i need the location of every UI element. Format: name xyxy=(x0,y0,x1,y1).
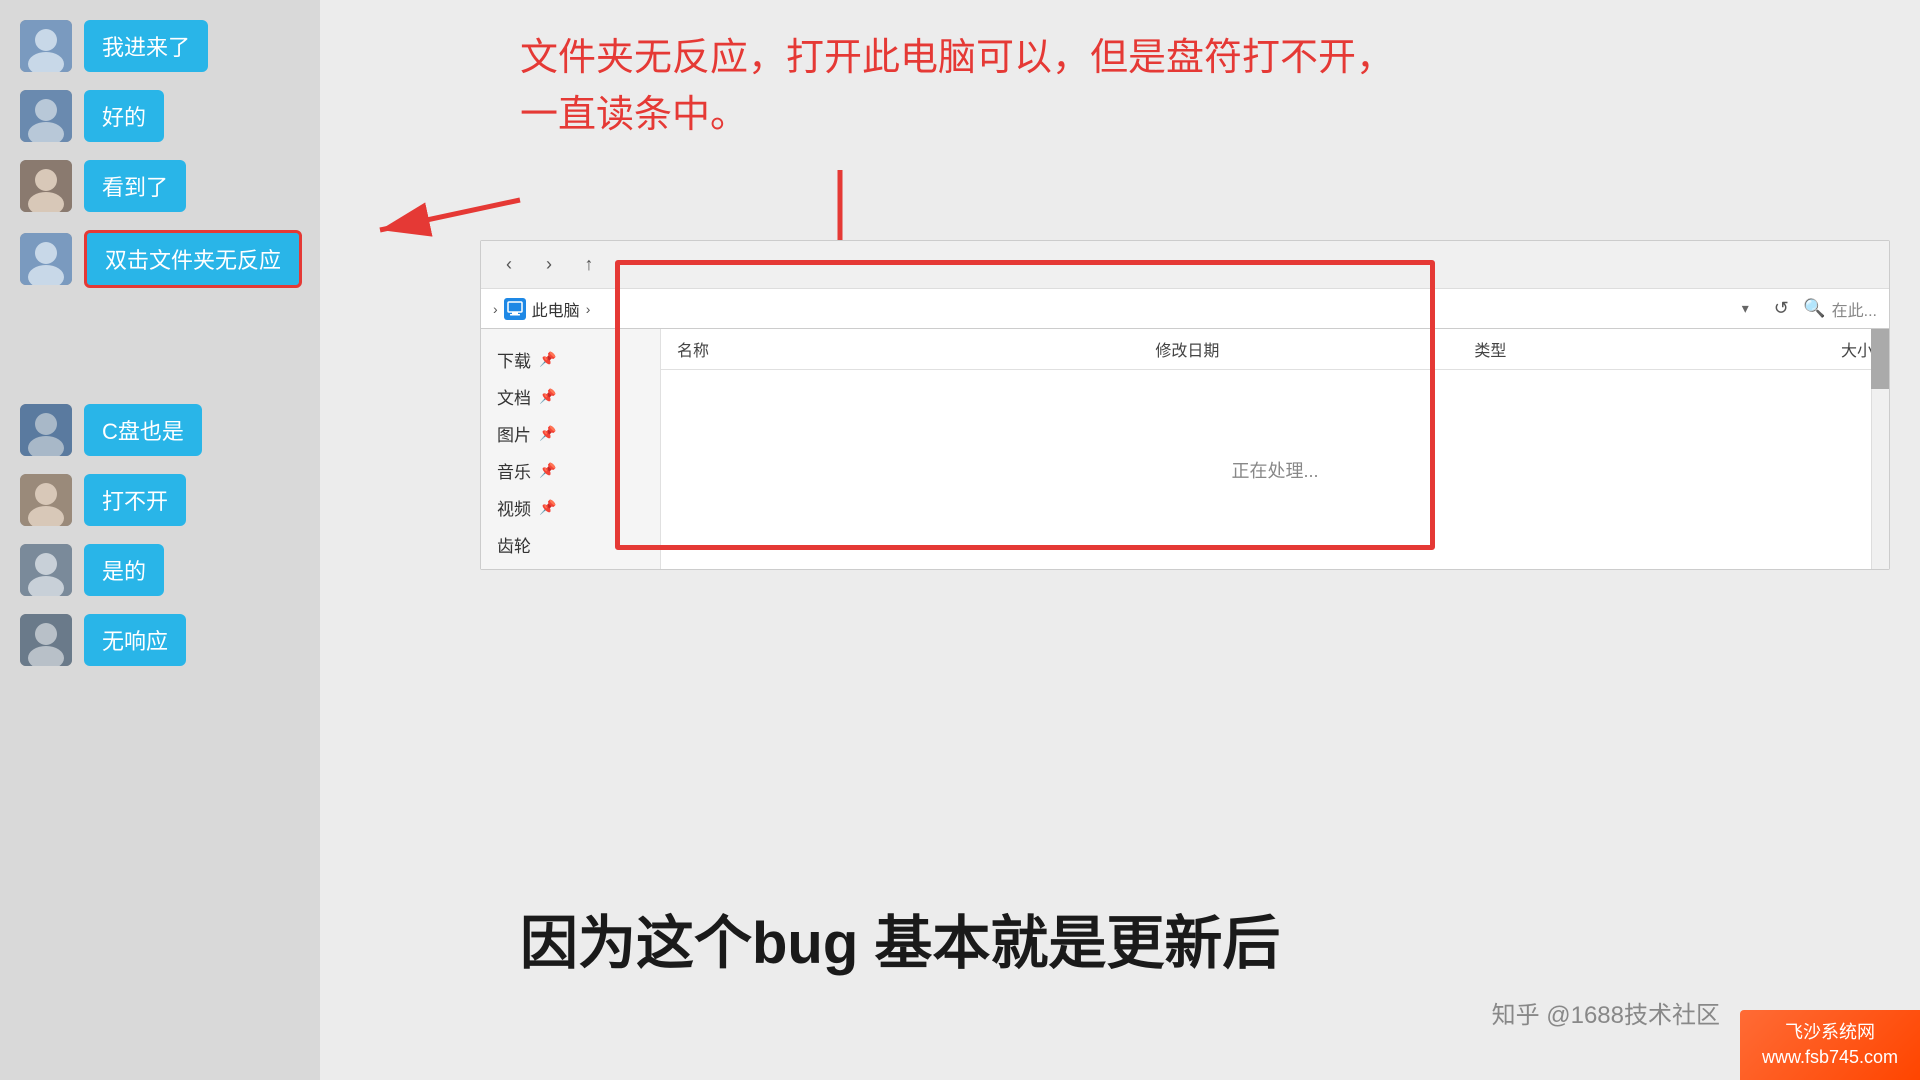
chat-item-7: 是的 xyxy=(20,544,300,596)
pin-icon-pictures: 📌 xyxy=(539,425,556,442)
sidebar-item-gear[interactable]: 齿轮 xyxy=(481,526,660,563)
sidebar-item-documents[interactable]: 文档 📌 xyxy=(481,378,660,415)
explorer-sidebar: 下载 📌 文档 📌 图片 📌 音乐 📌 视频 📌 xyxy=(481,329,661,569)
col-header-date: 修改日期 xyxy=(1155,337,1474,361)
annotation-line2: 一直读条中。 xyxy=(520,87,1820,144)
pin-icon-music: 📌 xyxy=(539,462,556,479)
search-icon: 🔍 xyxy=(1803,298,1825,319)
breadcrumb-arrow: › xyxy=(586,301,591,317)
watermark-text: 知乎 @1688技术社区 xyxy=(1492,995,1720,1030)
explorer-toolbar: ‹ › ↑ xyxy=(481,241,1889,289)
avatar-1 xyxy=(20,20,72,72)
col-header-type: 类型 xyxy=(1474,337,1713,361)
chat-bubble-1: 我进来了 xyxy=(84,20,208,72)
address-content: › 此电脑 › xyxy=(493,297,1723,321)
sidebar-item-pictures[interactable]: 图片 📌 xyxy=(481,415,660,452)
forward-button[interactable]: › xyxy=(533,249,565,281)
table-header: 名称 修改日期 类型 大小 xyxy=(661,329,1889,370)
chat-bubble-8: 无响应 xyxy=(84,614,186,666)
breadcrumb-sep-icon: › xyxy=(493,301,498,317)
annotation-block: 文件夹无反应，打开此电脑可以，但是盘符打不开， 一直读条中。 xyxy=(520,30,1820,144)
avatar-6 xyxy=(20,474,72,526)
back-button[interactable]: ‹ xyxy=(493,249,525,281)
sidebar-label-music: 音乐 xyxy=(497,458,531,483)
avatar-2 xyxy=(20,90,72,142)
chat-bubble-5: C盘也是 xyxy=(84,404,202,456)
chat-item-6: 打不开 xyxy=(20,474,300,526)
main-content: 文件夹无反应，打开此电脑可以，但是盘符打不开， 一直读条中。 ‹ › ↑ xyxy=(320,0,1920,1080)
chat-item-5: C盘也是 xyxy=(20,404,300,456)
sidebar-item-videos[interactable]: 视频 📌 xyxy=(481,489,660,526)
subtitle-text: 因为这个bug 基本就是更新后 xyxy=(520,896,1820,980)
sidebar-item-download[interactable]: 下载 📌 xyxy=(481,341,660,378)
sidebar-label-videos: 视频 xyxy=(497,495,531,520)
col-header-name: 名称 xyxy=(677,337,1155,361)
avatar-7 xyxy=(20,544,72,596)
chat-item-2: 好的 xyxy=(20,90,300,142)
chat-bubble-6: 打不开 xyxy=(84,474,186,526)
search-area: 🔍 在此... xyxy=(1803,297,1877,321)
pin-icon-videos: 📌 xyxy=(539,499,556,516)
avatar-3 xyxy=(20,160,72,212)
col-header-size: 大小 xyxy=(1714,337,1873,361)
sidebar-label-documents: 文档 xyxy=(497,384,531,409)
chat-bubble-2: 好的 xyxy=(84,90,164,142)
chat-panel: 我进来了 好的 看到了 xyxy=(0,0,320,1080)
search-placeholder: 在此... xyxy=(1832,297,1877,321)
avatar-4 xyxy=(20,233,72,285)
chat-item-4: 双击文件夹无反应 xyxy=(20,230,300,288)
scrollbar[interactable] xyxy=(1871,329,1889,569)
chat-bubble-3: 看到了 xyxy=(84,160,186,212)
chat-item-8: 无响应 xyxy=(20,614,300,666)
address-dropdown-button[interactable]: ▾ xyxy=(1731,295,1759,323)
scrollbar-thumb[interactable] xyxy=(1871,329,1889,389)
annotation-line1: 文件夹无反应，打开此电脑可以，但是盘符打不开， xyxy=(520,30,1820,87)
address-bar: › 此电脑 › ▾ ↺ 🔍 在此... xyxy=(481,289,1889,329)
avatar-5 xyxy=(20,404,72,456)
processing-text: 正在处理... xyxy=(1231,457,1318,483)
explorer-body: 正在处理... xyxy=(661,370,1889,569)
chat-bubble-7: 是的 xyxy=(84,544,164,596)
chat-bubble-4: 双击文件夹无反应 xyxy=(84,230,302,288)
pin-icon-documents: 📌 xyxy=(539,388,556,405)
logo-line2: www.fsb745.com xyxy=(1762,1045,1898,1070)
sidebar-label-gear: 齿轮 xyxy=(497,532,531,557)
up-button[interactable]: ↑ xyxy=(573,249,605,281)
explorer-main: 名称 修改日期 类型 大小 正在处理... xyxy=(661,329,1889,569)
chat-item-3: 看到了 xyxy=(20,160,300,212)
file-explorer: ‹ › ↑ › 此电脑 › ▾ ↺ 🔍 xyxy=(480,240,1890,570)
pin-icon-download: 📌 xyxy=(539,351,556,368)
logo-badge: 飞沙系统网 www.fsb745.com xyxy=(1740,1010,1920,1080)
chat-item-1: 我进来了 xyxy=(20,20,300,72)
sidebar-label-pictures: 图片 xyxy=(497,421,531,446)
sidebar-item-music[interactable]: 音乐 📌 xyxy=(481,452,660,489)
computer-icon xyxy=(504,298,526,320)
breadcrumb-text: 此电脑 xyxy=(532,297,580,321)
logo-line1: 飞沙系统网 xyxy=(1762,1020,1898,1045)
refresh-button[interactable]: ↺ xyxy=(1767,295,1795,323)
explorer-content: 下载 📌 文档 📌 图片 📌 音乐 📌 视频 📌 xyxy=(481,329,1889,569)
logo-text: 飞沙系统网 www.fsb745.com xyxy=(1762,1020,1898,1070)
avatar-8 xyxy=(20,614,72,666)
sidebar-label-download: 下载 xyxy=(497,347,531,372)
